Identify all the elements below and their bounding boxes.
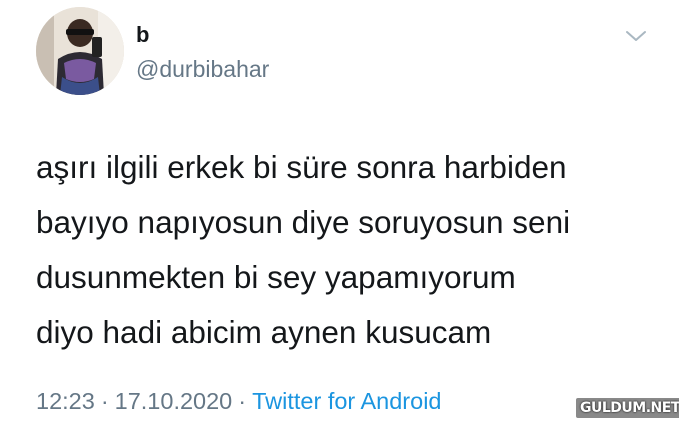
- avatar[interactable]: [36, 7, 124, 95]
- tweet-date[interactable]: 17.10.2020: [115, 388, 233, 414]
- meta-separator: ·: [238, 388, 247, 414]
- tweet-meta: 12:23 · 17.10.2020 · Twitter for Android: [36, 386, 441, 416]
- tweet-text: aşırı ilgili erkek bi süre sonra harbide…: [36, 149, 571, 350]
- watermark-logo: GULDUM.NET: [576, 398, 679, 418]
- tweet-card: b @durbibahar aşırı ilgili erkek bi süre…: [0, 0, 679, 423]
- tweet-source-link[interactable]: Twitter for Android: [252, 388, 441, 414]
- display-name[interactable]: b: [136, 22, 149, 48]
- user-handle[interactable]: @durbibahar: [136, 55, 269, 83]
- avatar-photo: [36, 7, 124, 95]
- meta-separator: ·: [100, 388, 109, 414]
- tweet-time[interactable]: 12:23: [36, 388, 95, 414]
- chevron-down-icon[interactable]: [623, 25, 649, 47]
